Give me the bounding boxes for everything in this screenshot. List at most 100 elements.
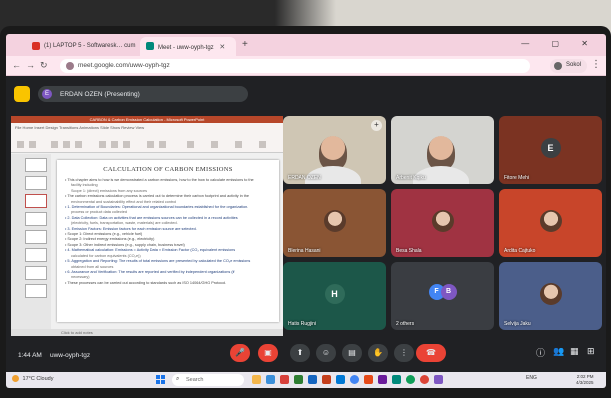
url-input[interactable]: meet.google.com/uww-oyph-tgz bbox=[60, 59, 530, 73]
participant-name: Blerina Hasani bbox=[288, 248, 321, 254]
laptop-screen: (1) LAPTOP 5 - Softwaresk… cum Meet - uw… bbox=[6, 34, 606, 388]
edge-icon[interactable] bbox=[266, 375, 275, 384]
app-icon[interactable] bbox=[434, 375, 443, 384]
windows-taskbar bbox=[6, 372, 606, 388]
present-icon: ⬆ bbox=[296, 348, 304, 357]
slide-bullet-text: • 5. Aggregation and Reporting: The resu… bbox=[65, 259, 251, 264]
participant-tile[interactable]: Ardita Cajtuko bbox=[499, 189, 602, 257]
search-icon: ⌕ bbox=[176, 376, 180, 382]
slide-bullet-text: • This chapter aims to how is we demonst… bbox=[65, 178, 254, 182]
participant-tile[interactable]: + ERDAN OZEN bbox=[283, 116, 386, 184]
participant-tile[interactable]: E Fitore Mehi bbox=[499, 116, 602, 184]
mic-off-button[interactable]: 🎤 bbox=[230, 344, 250, 362]
reactions-button[interactable]: ☺ bbox=[316, 344, 336, 362]
window-controls[interactable]: — ▢ ✕ bbox=[521, 39, 598, 48]
profile-button[interactable]: Sokol bbox=[550, 59, 588, 73]
tab-label: (1) LAPTOP 5 - Softwaresk… cum bbox=[44, 43, 136, 49]
participant-name: Ardita Cajtuko bbox=[504, 248, 536, 254]
leave-call-button[interactable]: ☎ bbox=[416, 344, 446, 362]
slide-thumbnail bbox=[25, 212, 47, 226]
slide-bullet-text: facility including bbox=[71, 183, 98, 188]
slide-thumbnails bbox=[11, 154, 51, 329]
slide-bullet-text: environmental and sustainability effect … bbox=[71, 199, 177, 204]
activities-icon[interactable]: ⊞ bbox=[587, 346, 595, 357]
captions-button[interactable]: ▤ bbox=[342, 344, 362, 362]
current-slide: CALCULATION OF CARBON EMISSIONS • This c… bbox=[57, 160, 279, 322]
word-icon[interactable] bbox=[308, 375, 317, 384]
outlook-icon[interactable] bbox=[336, 375, 345, 384]
meet-activities-button[interactable] bbox=[14, 86, 30, 102]
presenter-label: ERDAN OZEN (Presenting) bbox=[60, 91, 140, 98]
browser-tab-meet[interactable]: Meet - uww-oyph-tgz ✕ bbox=[140, 37, 236, 56]
chat-icon[interactable]: ▦ bbox=[570, 346, 579, 357]
participant-tile[interactable]: Arbenit Kqiku bbox=[391, 116, 494, 184]
app-icon[interactable] bbox=[392, 375, 401, 384]
slide-thumbnail bbox=[25, 158, 47, 172]
participant-tile[interactable]: Selvija Jaku bbox=[499, 262, 602, 330]
slide-bullet-text: necessary) bbox=[71, 275, 90, 280]
presenter-chip[interactable]: E ERDAN OZEN (Presenting) bbox=[38, 86, 248, 102]
slide-bullet-text: calculated for carbon equivalents (CO₂e)… bbox=[71, 253, 141, 258]
present-button[interactable]: ⬆ bbox=[290, 344, 310, 362]
slide-bullet-text: • 4. Mathematical calculation: Emissions… bbox=[65, 248, 236, 253]
raise-hand-button[interactable]: ✋ bbox=[368, 344, 388, 362]
weather-widget[interactable]: 17°C Cloudy bbox=[12, 375, 53, 382]
search-placeholder: Search bbox=[186, 377, 204, 383]
app-icon[interactable] bbox=[280, 375, 289, 384]
ppt-ribbon-tabs: File Home Insert Design Transitions Anim… bbox=[15, 125, 145, 130]
taskbar-clock[interactable]: 2:02 PM 4/3/2025 bbox=[576, 374, 594, 386]
avatar bbox=[431, 210, 454, 232]
weather-icon bbox=[12, 375, 19, 382]
taskbar-search-input[interactable]: ⌕ Search bbox=[172, 374, 244, 386]
temperature: 17°C bbox=[22, 375, 35, 382]
slide-bullet-text: (electricity, fuels, transportation, was… bbox=[71, 221, 178, 226]
participant-tile[interactable]: Blerina Hasani bbox=[283, 189, 386, 257]
chrome-profile-icon[interactable] bbox=[420, 375, 429, 384]
meet-favicon-icon bbox=[146, 42, 154, 50]
ppt-ribbon: File Home Insert Design Transitions Anim… bbox=[11, 123, 283, 153]
pin-icon[interactable]: + bbox=[371, 120, 382, 131]
slide-bullet-text: process or product data collected bbox=[71, 210, 127, 215]
participant-name: ERDAN OZEN bbox=[288, 175, 321, 181]
app-icon[interactable] bbox=[378, 375, 387, 384]
participant-tile[interactable]: FB2 others bbox=[391, 262, 494, 330]
tab-close-icon[interactable]: ✕ bbox=[219, 44, 225, 51]
system-tray[interactable]: ENG bbox=[526, 375, 537, 381]
weather-text: Cloudy bbox=[36, 375, 54, 382]
slide-bullet-text: • Scope 2: Indirect energy emissions (e.… bbox=[65, 237, 155, 242]
reload-icon[interactable]: ↻ bbox=[40, 60, 48, 71]
people-icon[interactable]: 👥 bbox=[553, 346, 564, 357]
slide-thumbnail bbox=[25, 284, 47, 298]
forward-icon[interactable]: → bbox=[26, 60, 35, 70]
slide-bullet-text: • The carbon emissions calculation proce… bbox=[65, 194, 250, 199]
slide-bullet-text: • 6. Assurance and Verification: The res… bbox=[65, 269, 235, 274]
windows-start-icon[interactable] bbox=[156, 375, 166, 385]
back-icon[interactable]: ← bbox=[12, 60, 21, 70]
participant-tile[interactable]: Besa Shala bbox=[391, 189, 494, 257]
more-options-button[interactable]: ⋮ bbox=[394, 344, 414, 362]
meeting-code: uww-oyph-tgz bbox=[50, 352, 91, 359]
url-text: meet.google.com/uww-oyph-tgz bbox=[78, 62, 170, 69]
powerpoint-icon[interactable] bbox=[322, 375, 331, 384]
meeting-details-icon[interactable]: ⓘ bbox=[536, 346, 545, 359]
raise-hand-icon: ✋ bbox=[373, 348, 383, 357]
slide-bullet-text: • 1. Determination of Boundaries: Operat… bbox=[65, 205, 249, 210]
avatar: H bbox=[324, 284, 345, 304]
site-info-icon[interactable] bbox=[66, 62, 74, 70]
participant-tile[interactable]: H Hatis Rugjini bbox=[283, 262, 386, 330]
excel-icon[interactable] bbox=[294, 375, 303, 384]
camera-off-button[interactable]: ▣ bbox=[258, 344, 278, 362]
browser-tab-softwaresk[interactable]: (1) LAPTOP 5 - Softwaresk… cum bbox=[26, 37, 138, 56]
chrome-profile-icon[interactable] bbox=[406, 375, 415, 384]
participant-name: Arbenit Kqiku bbox=[396, 175, 426, 181]
avatar bbox=[539, 210, 562, 232]
new-tab-button[interactable]: + bbox=[242, 39, 248, 50]
participant-video bbox=[427, 136, 455, 170]
browser-menu-icon[interactable]: ⋮ bbox=[591, 59, 601, 70]
app-icon[interactable] bbox=[364, 375, 373, 384]
chrome-icon[interactable] bbox=[350, 375, 359, 384]
slide-thumbnail bbox=[25, 230, 47, 244]
file-explorer-icon[interactable] bbox=[252, 375, 261, 384]
avatar bbox=[539, 283, 562, 305]
slide-bullet-text: Scope 1: (direct) emissions from any sou… bbox=[71, 188, 147, 193]
